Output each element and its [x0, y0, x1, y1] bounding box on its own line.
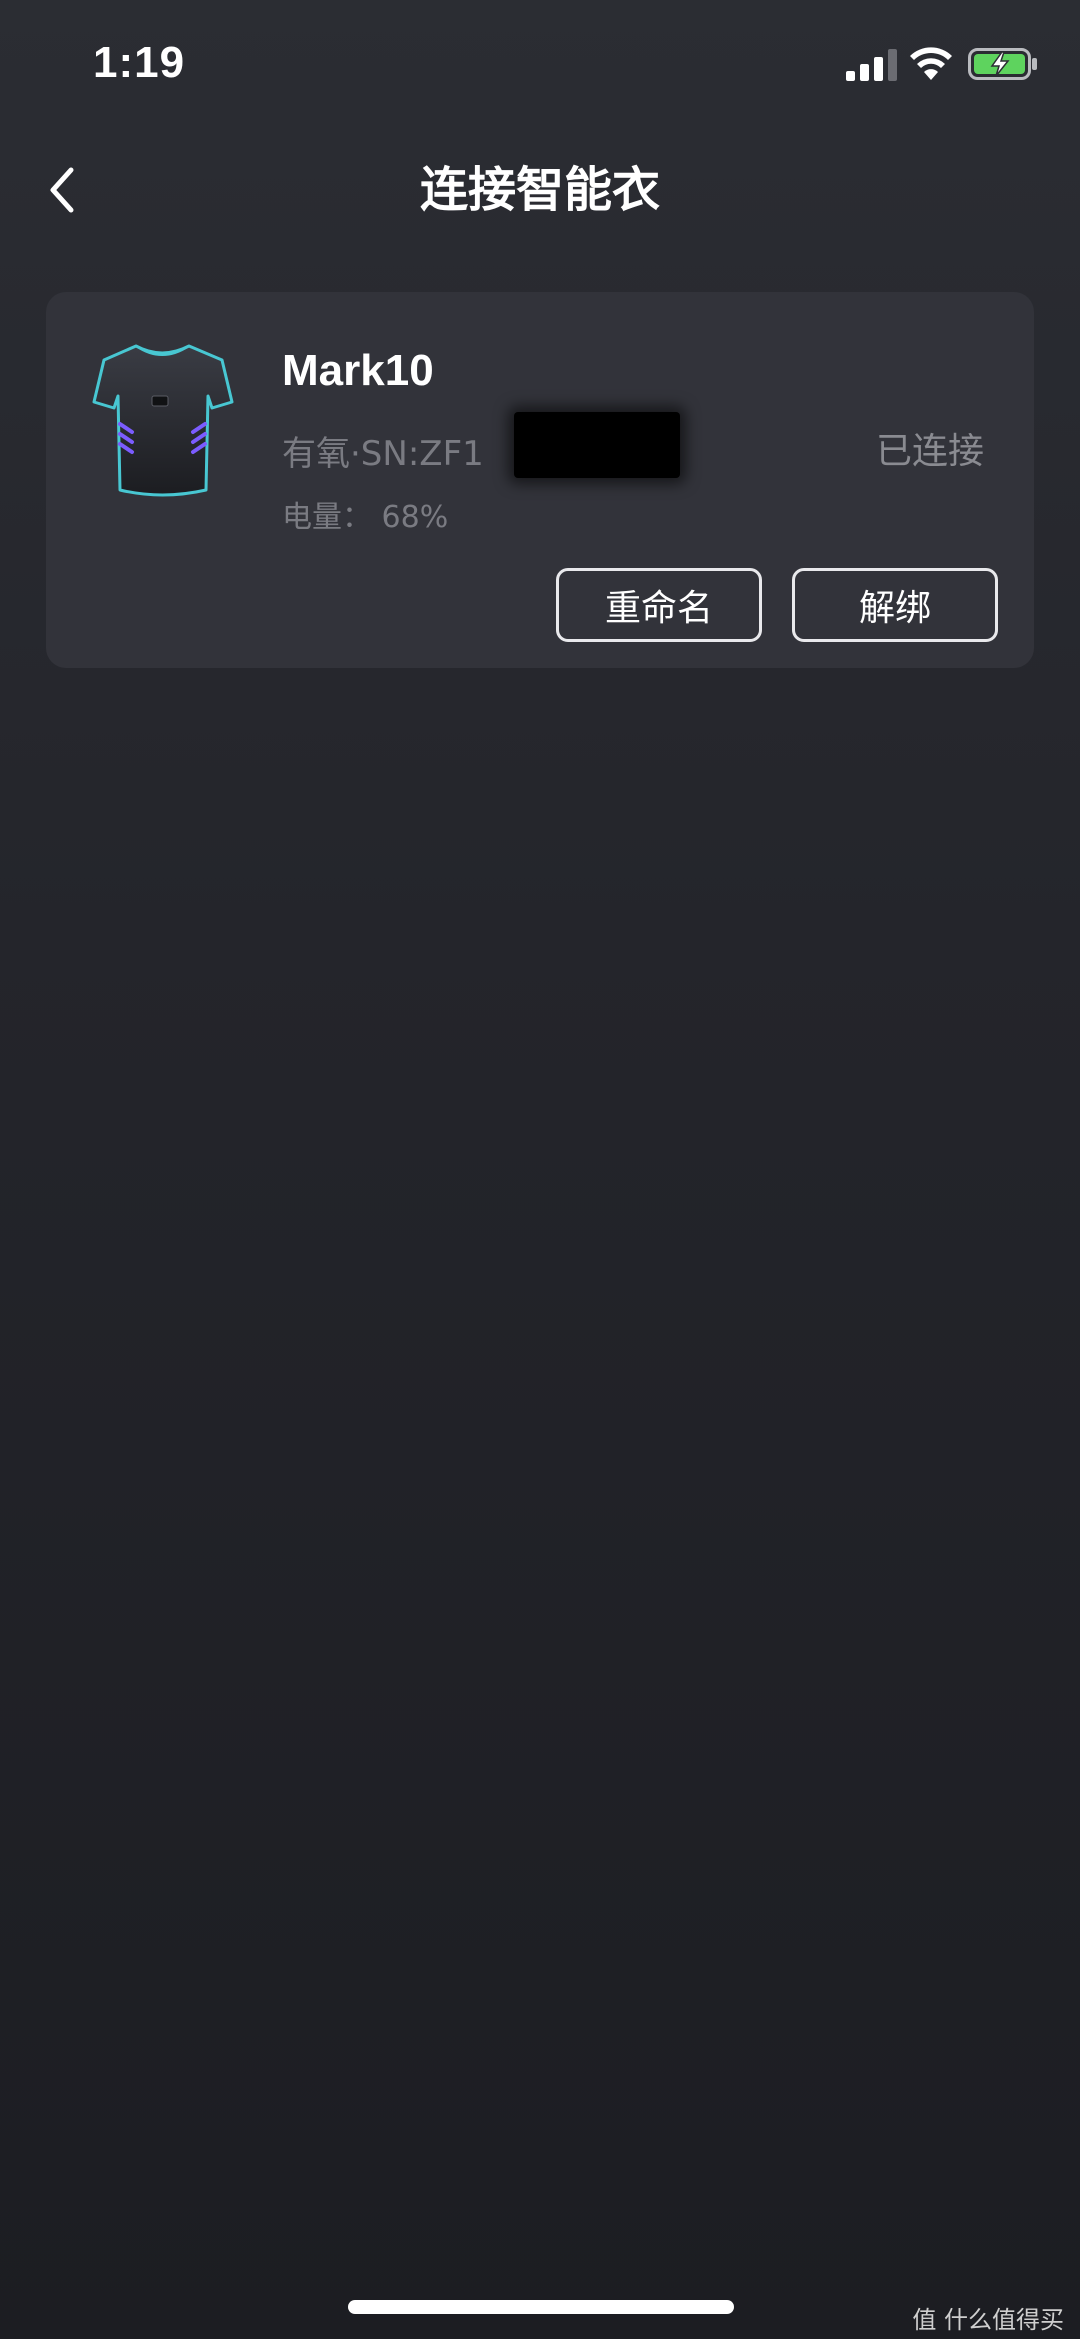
battery-level: 电量： 68% [282, 500, 449, 535]
chevron-left-icon [50, 167, 74, 213]
redaction-block [514, 412, 680, 478]
rename-button[interactable]: 重命名 [556, 568, 762, 642]
home-indicator[interactable] [348, 2300, 734, 2314]
status-bar: 1:19 [0, 0, 1080, 130]
status-time: 1:19 [93, 38, 186, 87]
device-card[interactable]: Mark10 有氧·SN:ZF1 已连接 电量： 68% 重命名 解绑 [46, 292, 1034, 668]
page-title: 连接智能衣 [419, 162, 660, 218]
battery-charging-icon [968, 48, 1037, 80]
watermark: 值 什么值得买 [912, 2306, 1064, 2334]
wifi-icon [910, 47, 952, 80]
connection-status: 已连接 [875, 431, 984, 472]
back-button[interactable] [38, 160, 86, 220]
unbind-button[interactable]: 解绑 [792, 568, 998, 642]
smart-shirt-image [92, 344, 234, 497]
device-name: Mark10 [282, 346, 434, 395]
device-serial: 有氧·SN:ZF1 [282, 434, 484, 474]
cellular-signal-icon [846, 49, 897, 81]
